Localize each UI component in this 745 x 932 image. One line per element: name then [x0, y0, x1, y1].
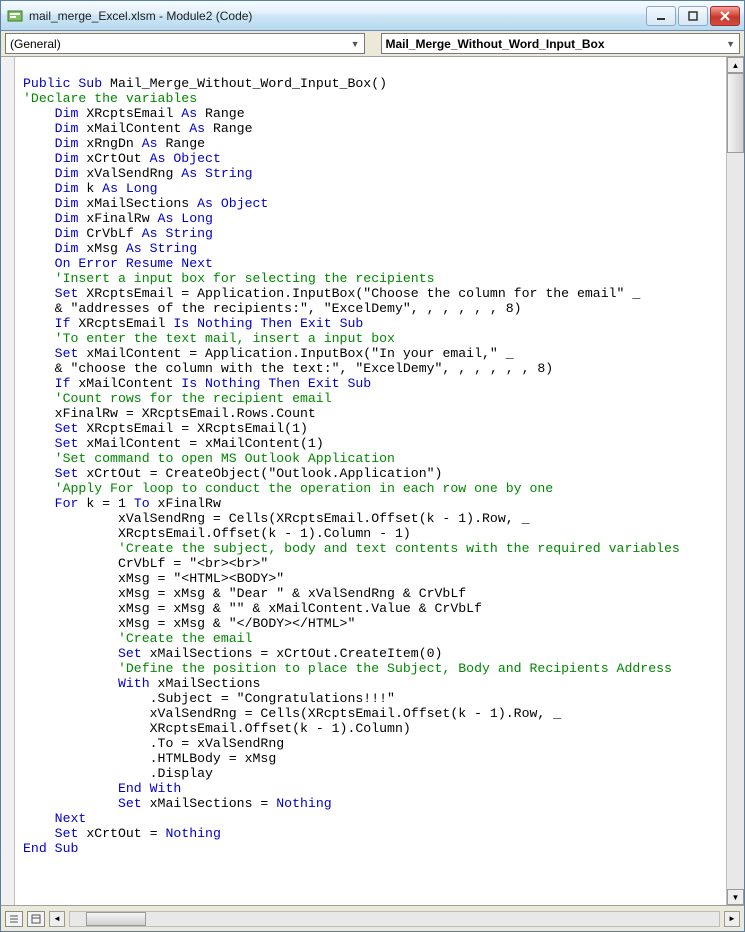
horizontal-scrollbar[interactable]	[69, 911, 720, 927]
scroll-track[interactable]	[727, 73, 744, 889]
minimize-button[interactable]	[646, 6, 676, 26]
editor-area: Public Sub Mail_Merge_Without_Word_Input…	[1, 57, 744, 905]
chevron-down-icon: ▼	[726, 39, 735, 49]
scroll-up-button[interactable]: ▲	[727, 57, 744, 73]
footer-bar: ◄ ►	[1, 905, 744, 931]
scroll-left-button[interactable]: ◄	[49, 911, 65, 927]
chevron-down-icon: ▼	[351, 39, 360, 49]
procedure-dropdown[interactable]: Mail_Merge_Without_Word_Input_Box ▼	[381, 33, 741, 54]
window-title: mail_merge_Excel.xlsm - Module2 (Code)	[29, 9, 646, 23]
window-buttons	[646, 6, 740, 26]
close-button[interactable]	[710, 6, 740, 26]
code-editor[interactable]: Public Sub Mail_Merge_Without_Word_Input…	[15, 57, 726, 905]
margin-indicator-bar[interactable]	[1, 57, 15, 905]
maximize-button[interactable]	[678, 6, 708, 26]
object-dropdown-value: (General)	[10, 37, 61, 51]
procedure-dropdown-value: Mail_Merge_Without_Word_Input_Box	[386, 37, 605, 51]
vertical-scrollbar[interactable]: ▲ ▼	[726, 57, 744, 905]
full-module-view-button[interactable]	[27, 911, 45, 927]
scroll-right-button[interactable]: ►	[724, 911, 740, 927]
scroll-thumb[interactable]	[86, 912, 146, 926]
code-window: mail_merge_Excel.xlsm - Module2 (Code) (…	[0, 0, 745, 932]
object-proc-row: (General) ▼ Mail_Merge_Without_Word_Inpu…	[1, 31, 744, 57]
vba-module-icon	[7, 8, 23, 24]
procedure-view-button[interactable]	[5, 911, 23, 927]
object-dropdown[interactable]: (General) ▼	[5, 33, 365, 54]
titlebar[interactable]: mail_merge_Excel.xlsm - Module2 (Code)	[1, 1, 744, 31]
scroll-down-button[interactable]: ▼	[727, 889, 744, 905]
scroll-thumb[interactable]	[727, 73, 744, 153]
